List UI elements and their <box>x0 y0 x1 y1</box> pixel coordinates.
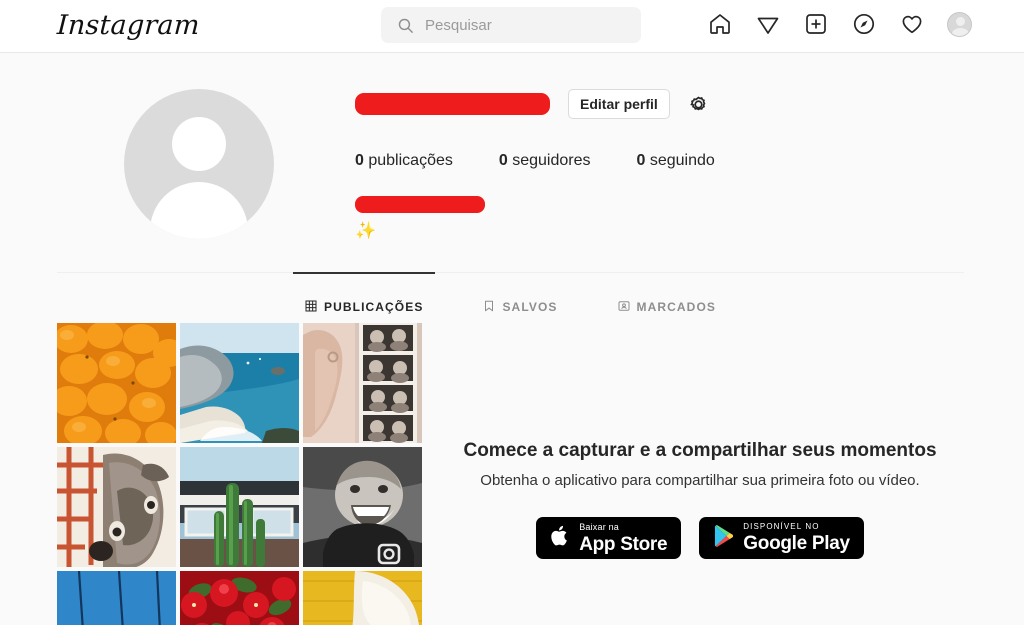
google-play-text: DISPONÍVEL NO Google Play <box>743 522 850 554</box>
profile-tabs: PUBLICAÇÕES SALVOS MARCADOS <box>57 272 964 322</box>
app-store-badge[interactable]: Baixar na App Store <box>536 517 682 559</box>
stat-following-label: seguindo <box>649 152 715 169</box>
google-play-triangle-icon <box>713 524 734 553</box>
gear-icon[interactable] <box>686 91 712 117</box>
avatar-icon[interactable] <box>947 11 972 37</box>
avatar <box>124 89 274 239</box>
profile-info: Editar perfil 0 publicações 0 seguidores… <box>355 89 955 241</box>
sparkles-emoji: ✨ <box>355 221 377 240</box>
nav-icon-group <box>707 11 972 37</box>
stat-followers-label: seguidores <box>512 152 591 169</box>
app-store-small-label: Baixar na <box>579 521 620 532</box>
dog-photo[interactable] <box>57 447 176 567</box>
search-placeholder: Pesquisar <box>425 16 492 34</box>
stat-following-count: 0 <box>636 152 646 169</box>
store-badges: Baixar na App Store DISPONÍVEL NO Google… <box>440 517 960 559</box>
cat-photo[interactable] <box>303 571 422 625</box>
apple-logo-icon <box>550 524 570 553</box>
app-store-big-label: App Store <box>579 533 668 555</box>
instagram-logo[interactable]: Instagram <box>56 9 200 43</box>
paper-plane-icon[interactable] <box>755 11 781 37</box>
stat-following[interactable]: 0 seguindo <box>637 152 715 170</box>
profile-picture[interactable] <box>124 89 274 239</box>
cactus-building-photo[interactable] <box>180 447 299 567</box>
grid-icon <box>305 300 317 315</box>
avatar-head <box>172 117 226 171</box>
tab-publicacoes-label: PUBLICAÇÕES <box>324 300 424 314</box>
search-input[interactable]: Pesquisar <box>381 7 641 43</box>
bookmark-icon <box>483 300 495 315</box>
search-icon <box>397 17 414 34</box>
person-tag-icon <box>618 300 630 315</box>
oranges-photo[interactable] <box>57 323 176 443</box>
stat-followers-count: 0 <box>498 152 508 169</box>
promo-subtitle: Obtenha o aplicativo para compartilhar s… <box>480 472 920 489</box>
top-navigation-bar: Instagram Pesquisar <box>0 0 1024 53</box>
compass-icon[interactable] <box>851 11 877 37</box>
baby-photo[interactable] <box>303 447 422 567</box>
google-play-small-label: DISPONÍVEL NO <box>743 522 820 531</box>
promo-panel: Comece a capturar e a compartilhar seus … <box>440 440 960 559</box>
photo-grid <box>57 323 426 625</box>
home-icon[interactable] <box>707 11 733 37</box>
tab-publicacoes[interactable]: PUBLICAÇÕES <box>292 272 436 322</box>
promo-title: Comece a capturar e a compartilhar seus … <box>463 440 937 461</box>
photo-booth-strip-photo[interactable] <box>303 323 422 443</box>
tab-salvos[interactable]: SALVOS <box>483 272 557 322</box>
stat-posts-count: 0 <box>355 152 364 169</box>
heart-icon[interactable] <box>899 11 925 37</box>
tab-salvos-label: SALVOS <box>502 300 558 314</box>
username-row: Editar perfil <box>355 89 955 119</box>
plus-square-icon[interactable] <box>803 11 829 37</box>
google-play-badge[interactable]: DISPONÍVEL NO Google Play <box>699 517 864 559</box>
chairlift-photo[interactable] <box>57 571 176 625</box>
stat-posts-label: publicações <box>368 152 453 169</box>
app-store-text: Baixar na App Store <box>579 521 668 555</box>
edit-profile-button[interactable]: Editar perfil <box>568 89 670 119</box>
username-redaction <box>355 93 550 115</box>
google-play-big-label: Google Play <box>743 533 850 554</box>
display-name-redaction <box>355 196 485 213</box>
profile-bio: ✨ <box>355 196 955 241</box>
stat-posts: 0 publicações <box>355 152 453 170</box>
tab-marcados[interactable]: MARCADOS <box>618 272 716 322</box>
profile-stats: 0 publicações 0 seguidores 0 seguindo <box>355 152 955 170</box>
avatar-body <box>150 182 248 239</box>
stat-followers[interactable]: 0 seguidores <box>499 152 591 170</box>
red-flowers-photo[interactable] <box>180 571 299 625</box>
tab-marcados-label: MARCADOS <box>636 300 716 314</box>
coastline-photo[interactable] <box>180 323 299 443</box>
